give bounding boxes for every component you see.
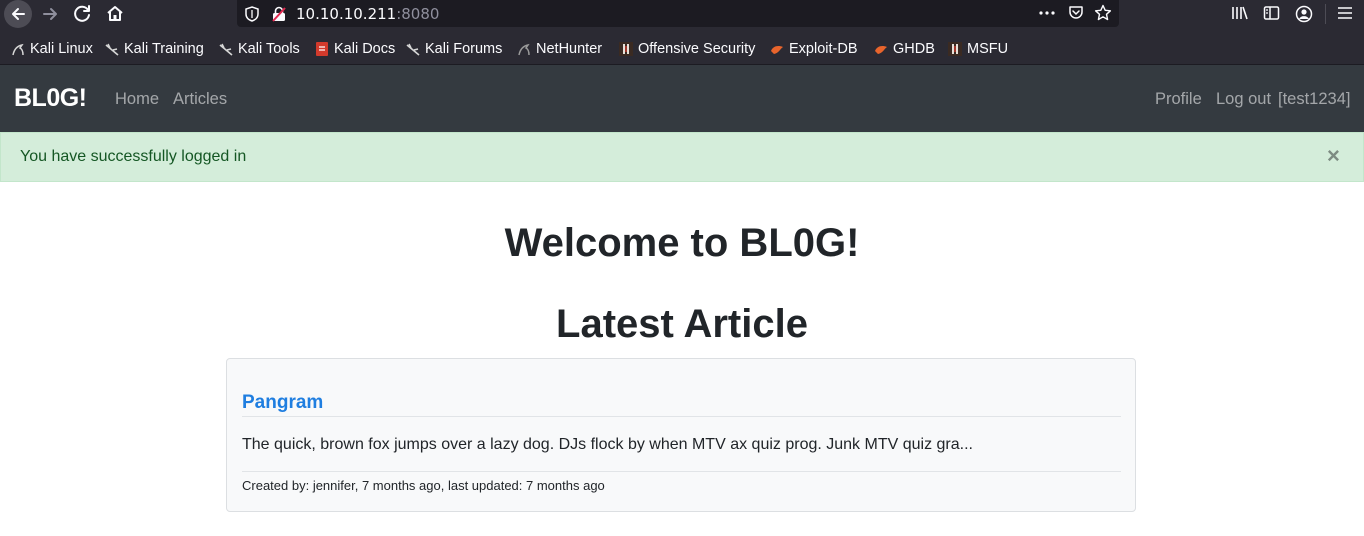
bookmark-ghdb[interactable]: GHDB xyxy=(874,40,935,58)
offsec-icon xyxy=(619,42,633,56)
bookmark-label: Kali Docs xyxy=(334,41,396,57)
bookmark-msfu[interactable]: MSFU xyxy=(948,40,1008,58)
nav-articles-link[interactable]: Articles xyxy=(173,90,227,109)
kali-dragon-icon xyxy=(406,43,420,56)
nav-username: [test1234] xyxy=(1278,90,1351,108)
bookmark-label: MSFU xyxy=(967,41,1009,57)
divider xyxy=(242,471,1121,472)
toolbar-separator xyxy=(1325,4,1326,24)
nav-home-link[interactable]: Home xyxy=(115,90,159,109)
site-brand[interactable]: BL0G! xyxy=(14,84,87,113)
bookmark-kali-tools[interactable]: Kali Tools xyxy=(219,40,300,58)
bookmarks-toolbar: Kali Linux Kali Training Kali Tools Kali… xyxy=(0,28,1364,65)
menu-icon[interactable] xyxy=(1336,5,1354,21)
back-arrow-icon xyxy=(12,8,25,20)
forward-button[interactable] xyxy=(38,0,64,28)
url-host: 10.10.10.211 xyxy=(296,5,397,23)
more-actions-icon[interactable] xyxy=(1038,5,1056,21)
bookmark-kali-linux[interactable]: Kali Linux xyxy=(11,40,93,58)
nav-profile-link[interactable]: Profile xyxy=(1155,90,1202,109)
shield-icon[interactable] xyxy=(245,6,259,22)
bookmark-label: GHDB xyxy=(893,41,935,57)
exploitdb-icon xyxy=(771,46,783,54)
kali-dragon-icon xyxy=(12,43,24,56)
bookmark-label: Kali Forums xyxy=(425,41,503,57)
bookmark-kali-forums[interactable]: Kali Forums xyxy=(406,40,502,58)
article-card: Pangram The quick, brown fox jumps over … xyxy=(226,358,1136,512)
ghdb-icon xyxy=(875,46,887,54)
bookmark-label: Exploit-DB xyxy=(789,41,858,57)
bookmark-offensive-security[interactable]: Offensive Security xyxy=(619,40,755,58)
success-alert: You have successfully logged in × xyxy=(0,132,1364,182)
pocket-icon[interactable] xyxy=(1068,5,1084,21)
nethunter-icon xyxy=(518,43,530,56)
browser-toolbar: 10.10.10.211:8080 xyxy=(0,0,1364,28)
article-excerpt: The quick, brown fox jumps over a lazy d… xyxy=(242,436,973,453)
kali-docs-icon xyxy=(316,42,328,56)
bookmark-nethunter[interactable]: NetHunter xyxy=(517,40,602,58)
bookmark-label: Kali Training xyxy=(124,41,204,57)
url-text[interactable]: 10.10.10.211:8080 xyxy=(296,5,439,23)
home-button[interactable] xyxy=(100,0,130,28)
msfu-icon xyxy=(948,42,962,56)
divider xyxy=(242,416,1121,417)
latest-article-heading: Latest Article xyxy=(556,302,808,346)
bookmark-kali-docs[interactable]: Kali Docs xyxy=(315,40,395,58)
article-meta: Created by: jennifer, 7 months ago, last… xyxy=(242,478,605,493)
bookmark-label: NetHunter xyxy=(536,41,603,57)
kali-dragon-icon xyxy=(219,43,233,56)
bookmark-kali-training[interactable]: Kali Training xyxy=(105,40,204,58)
bookmark-label: Kali Tools xyxy=(238,41,300,57)
library-icon[interactable] xyxy=(1231,5,1249,21)
account-icon[interactable] xyxy=(1295,5,1313,23)
bookmark-label: Offensive Security xyxy=(638,41,756,57)
sidebar-icon[interactable] xyxy=(1263,5,1281,21)
bookmark-label: Kali Linux xyxy=(30,41,93,57)
url-port: :8080 xyxy=(396,5,440,23)
bookmark-star-icon[interactable] xyxy=(1094,4,1112,22)
reload-button[interactable] xyxy=(69,0,97,28)
article-title-link[interactable]: Pangram xyxy=(242,392,323,414)
address-bar[interactable]: 10.10.10.211:8080 xyxy=(237,0,1119,27)
nav-logout-link[interactable]: Log out xyxy=(1216,90,1271,109)
welcome-heading: Welcome to BL0G! xyxy=(504,221,860,265)
kali-dragon-icon xyxy=(105,43,119,56)
alert-message: You have successfully logged in xyxy=(20,148,247,165)
insecure-lock-icon[interactable] xyxy=(272,6,286,22)
site-navbar: BL0G! Home Articles Profile Log out [tes… xyxy=(0,65,1364,132)
alert-close-button[interactable]: × xyxy=(1327,145,1340,167)
bookmark-exploit-db[interactable]: Exploit-DB xyxy=(770,40,858,58)
